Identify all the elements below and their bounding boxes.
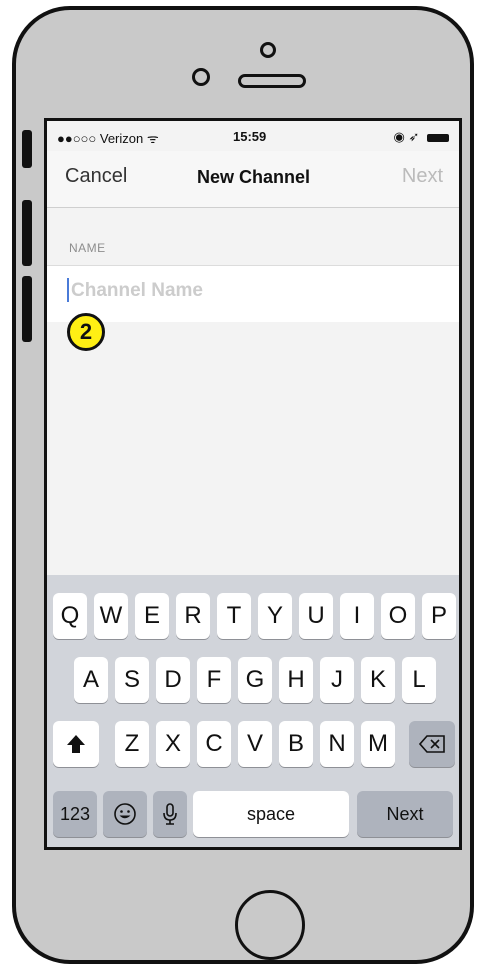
emoji-key[interactable] xyxy=(103,791,147,837)
numbers-key[interactable]: 123 xyxy=(53,791,97,837)
page-title: New Channel xyxy=(197,167,311,187)
space-key[interactable]: space xyxy=(193,791,349,837)
key-h[interactable]: H xyxy=(279,657,313,703)
key-n[interactable]: N xyxy=(320,721,354,767)
key-x[interactable]: X xyxy=(156,721,190,767)
status-bar: ●●○○○ Verizon ᯤ 15:59 ◉ ➶ xyxy=(47,121,459,151)
key-p[interactable]: P xyxy=(422,593,456,639)
next-button[interactable]: Next xyxy=(402,165,443,188)
status-icons: ◉ ➶ xyxy=(394,129,449,145)
status-right-icons: ◉ ➶ xyxy=(393,129,420,144)
shift-key[interactable] xyxy=(53,721,99,767)
cancel-button[interactable]: Cancel xyxy=(65,165,127,188)
emoji-icon xyxy=(114,803,136,825)
battery-icon xyxy=(427,133,449,142)
backspace-icon xyxy=(419,735,445,753)
key-e[interactable]: E xyxy=(135,593,169,639)
key-s[interactable]: S xyxy=(115,657,149,703)
keyboard: Q W E R T Y U I O P A S D F G H J K L Z … xyxy=(47,575,459,847)
navigation-bar: Cancel New Channel Next xyxy=(47,151,459,208)
key-u[interactable]: U xyxy=(299,593,333,639)
key-w[interactable]: W xyxy=(94,593,128,639)
text-caret xyxy=(67,278,69,302)
channel-name-input[interactable]: Channel Name xyxy=(47,265,459,322)
dictation-key[interactable] xyxy=(153,791,187,837)
key-q[interactable]: Q xyxy=(53,593,87,639)
name-section-label: NAME xyxy=(69,241,106,255)
screen: ●●○○○ Verizon ᯤ 15:59 ◉ ➶ Cancel New Cha… xyxy=(44,118,462,850)
key-y[interactable]: Y xyxy=(258,593,292,639)
mute-switch xyxy=(22,130,32,168)
step-badge: 2 xyxy=(67,313,105,351)
next-key[interactable]: Next xyxy=(357,791,453,837)
home-button[interactable] xyxy=(235,890,305,960)
channel-name-placeholder: Channel Name xyxy=(71,280,203,301)
key-a[interactable]: A xyxy=(74,657,108,703)
key-f[interactable]: F xyxy=(197,657,231,703)
key-j[interactable]: J xyxy=(320,657,354,703)
shift-icon xyxy=(67,735,85,753)
camera-icon xyxy=(192,68,210,86)
volume-up-button xyxy=(22,200,32,266)
carrier-label: ●●○○○ Verizon ᯤ xyxy=(57,131,159,146)
key-o[interactable]: O xyxy=(381,593,415,639)
key-l[interactable]: L xyxy=(402,657,436,703)
key-b[interactable]: B xyxy=(279,721,313,767)
status-time: 15:59 xyxy=(233,129,267,144)
key-t[interactable]: T xyxy=(217,593,251,639)
key-i[interactable]: I xyxy=(340,593,374,639)
key-z[interactable]: Z xyxy=(115,721,149,767)
delete-key[interactable] xyxy=(409,721,455,767)
key-r[interactable]: R xyxy=(176,593,210,639)
key-m[interactable]: M xyxy=(361,721,395,767)
speaker-icon xyxy=(238,74,306,88)
key-g[interactable]: G xyxy=(238,657,272,703)
microphone-icon xyxy=(163,803,177,825)
key-d[interactable]: D xyxy=(156,657,190,703)
sensor-icon xyxy=(260,42,276,58)
key-v[interactable]: V xyxy=(238,721,272,767)
key-k[interactable]: K xyxy=(361,657,395,703)
volume-down-button xyxy=(22,276,32,342)
key-c[interactable]: C xyxy=(197,721,231,767)
